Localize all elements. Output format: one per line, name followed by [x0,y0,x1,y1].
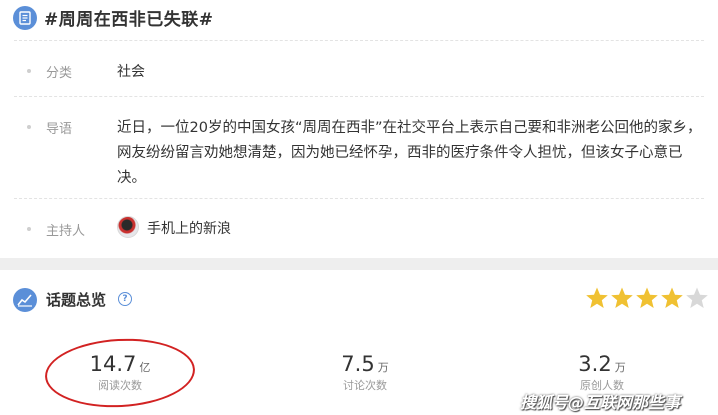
document-icon [13,6,37,30]
overview-title: 话题总览 [46,291,107,309]
avatar[interactable] [117,216,139,238]
rating-stars [585,286,710,314]
stat-unit: 万 [614,361,626,374]
section-separator [0,258,718,270]
divider [14,198,704,199]
highlight-ellipse [43,335,197,411]
stat-label: 讨论次数 [343,379,387,392]
divider [14,40,704,41]
star-icon [661,287,683,308]
host-name[interactable]: 手机上的新浪 [147,218,231,238]
bullet-dot [27,69,31,73]
topic-header: #周周在西非已失联# [0,0,718,40]
stat-unit: 万 [377,361,389,374]
star-icon [611,287,633,308]
star-icon [636,287,658,308]
help-icon[interactable]: ? [118,292,132,306]
stat-number: 3.2 [578,352,612,376]
topic-title[interactable]: #周周在西非已失联# [44,5,214,30]
divider [14,96,704,97]
star-empty-icon [686,287,708,308]
stat-original-authors: 3.2 万 原创人数 [522,352,682,393]
intro-text: 近日，一位20岁的中国女孩“周周在西非”在社交平台上表示自己要和非洲老公回他的家… [117,120,702,186]
trend-chart-icon [13,288,37,312]
star-icon [586,287,608,308]
bullet-dot [27,125,31,129]
category-label: 分类 [46,66,73,81]
category-value[interactable]: 社会 [117,61,145,81]
bullet-dot [27,227,31,231]
stat-number: 7.5 [341,352,375,376]
host-label: 主持人 [46,224,86,239]
intro-label: 导语 [46,122,73,137]
stat-discussions: 7.5 万 讨论次数 [285,352,445,393]
watermark: 搜狐号@互联网那些事 [520,393,681,412]
